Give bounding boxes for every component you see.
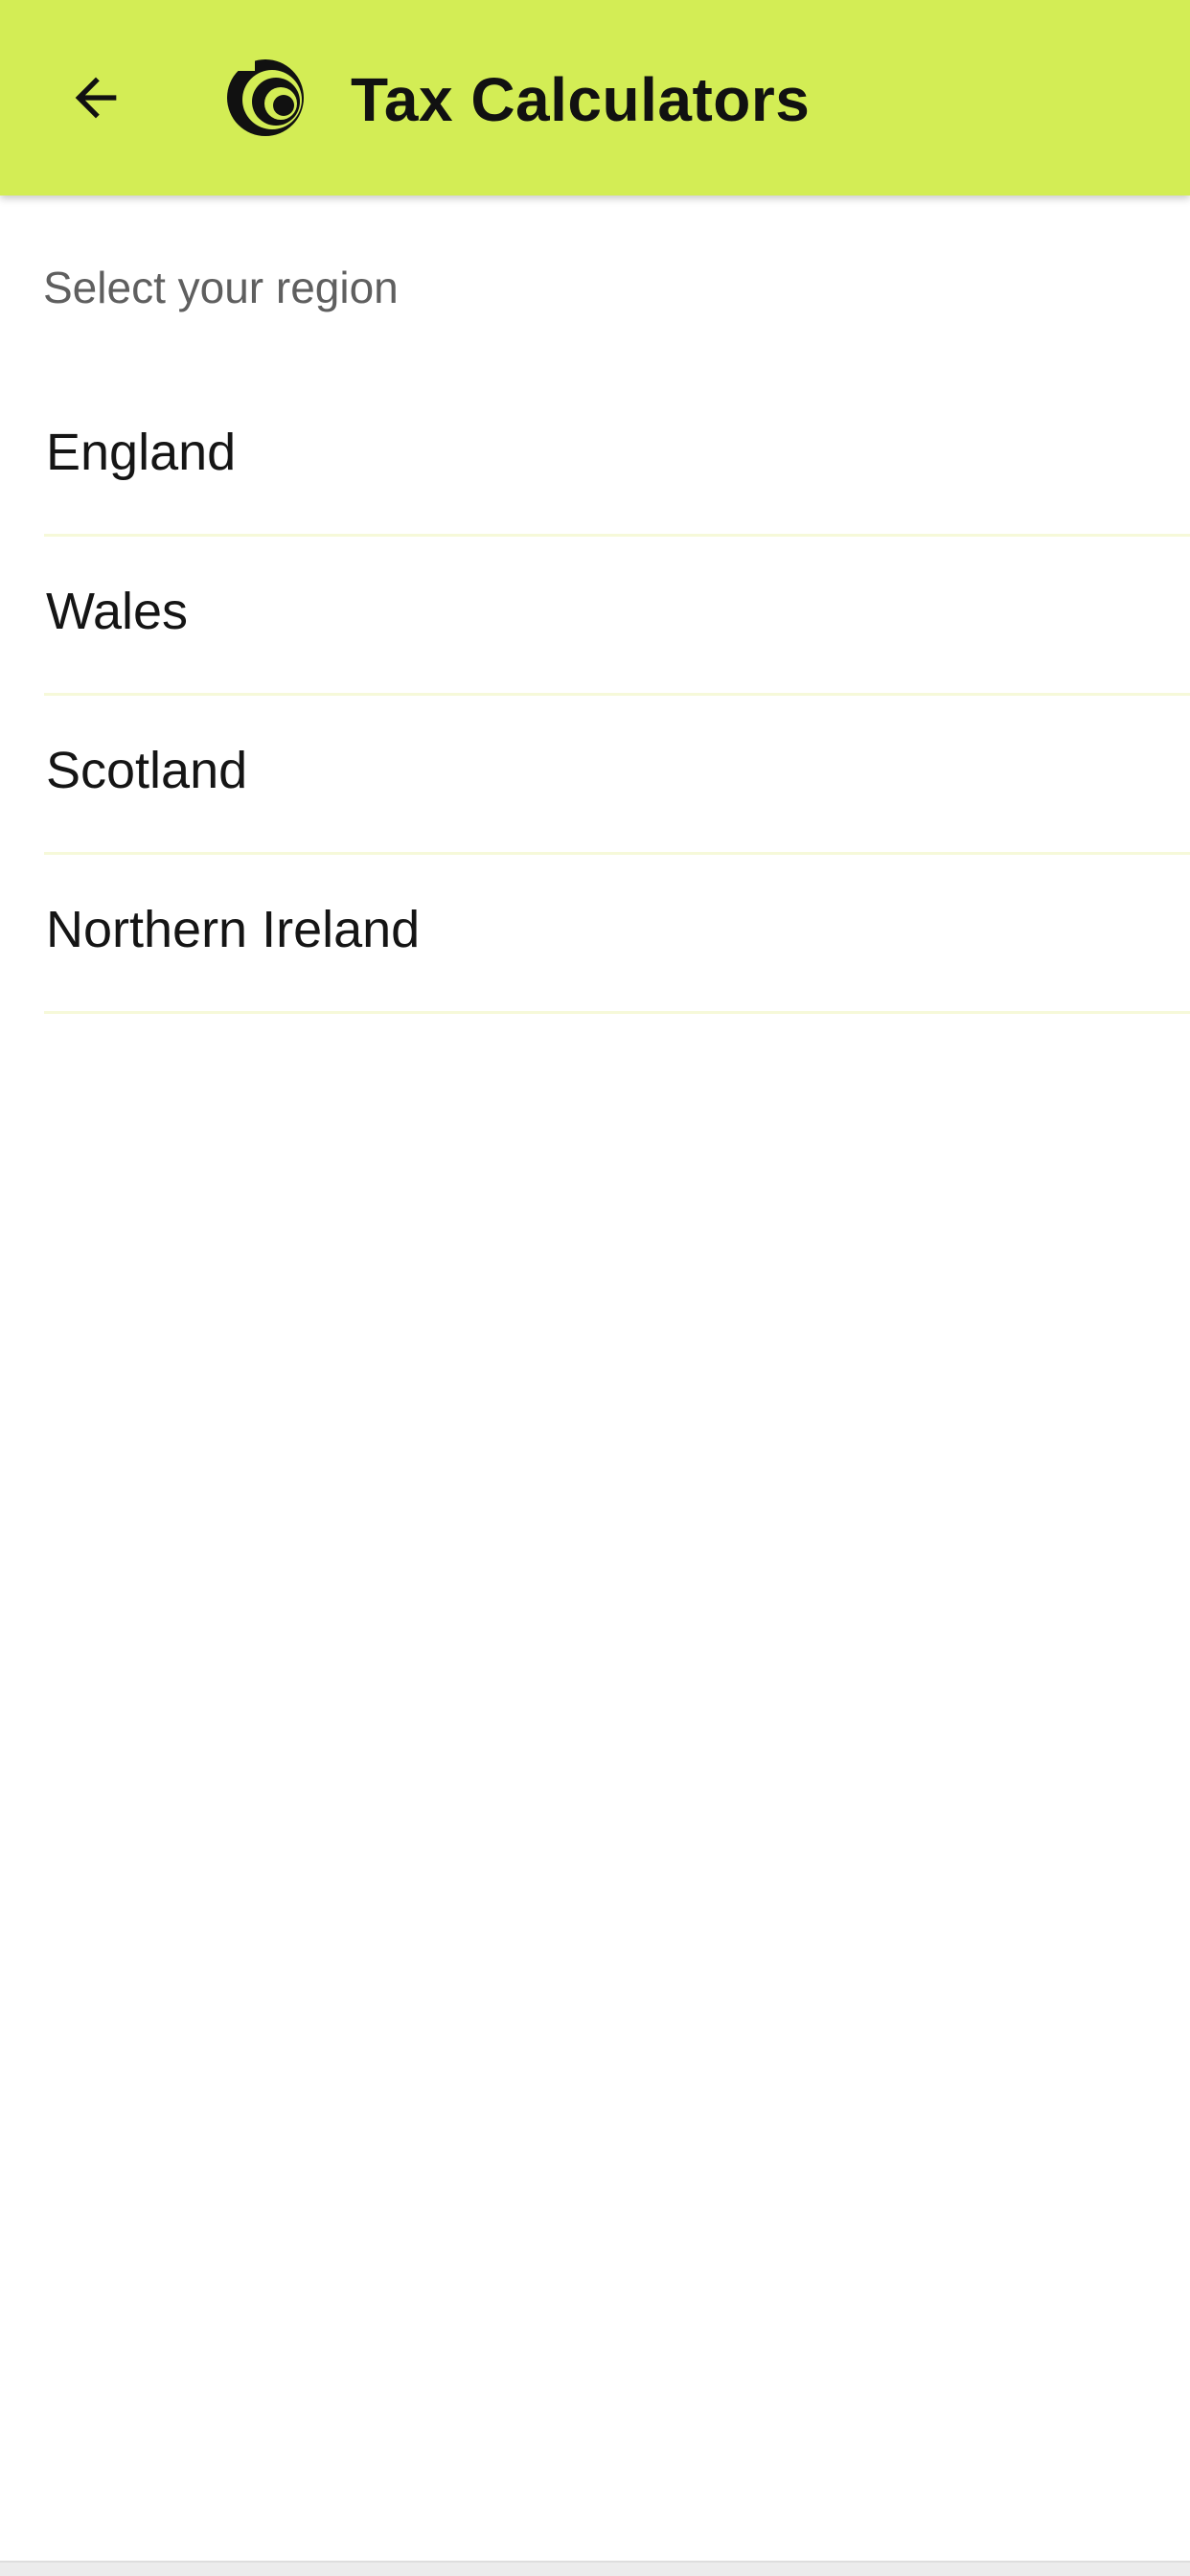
app-title: Tax Calculators — [351, 65, 811, 134]
region-item-england[interactable]: England — [0, 378, 1190, 537]
region-label: Scotland — [46, 742, 248, 799]
region-label: Wales — [46, 583, 189, 640]
region-label: England — [46, 424, 237, 481]
region-item-northern-ireland[interactable]: Northern Ireland — [0, 855, 1190, 1014]
section-label: Select your region — [43, 263, 399, 312]
region-item-scotland[interactable]: Scotland — [0, 696, 1190, 855]
arrow-back-icon — [75, 77, 117, 119]
bottom-edge — [0, 2561, 1190, 2576]
app-bar: Tax Calculators — [0, 0, 1190, 196]
region-list: England Wales Scotland Northern Ireland — [0, 378, 1190, 1014]
region-item-wales[interactable]: Wales — [0, 537, 1190, 696]
back-button[interactable] — [48, 50, 144, 146]
spiral-logo-icon — [222, 44, 304, 136]
region-label: Northern Ireland — [46, 901, 421, 958]
